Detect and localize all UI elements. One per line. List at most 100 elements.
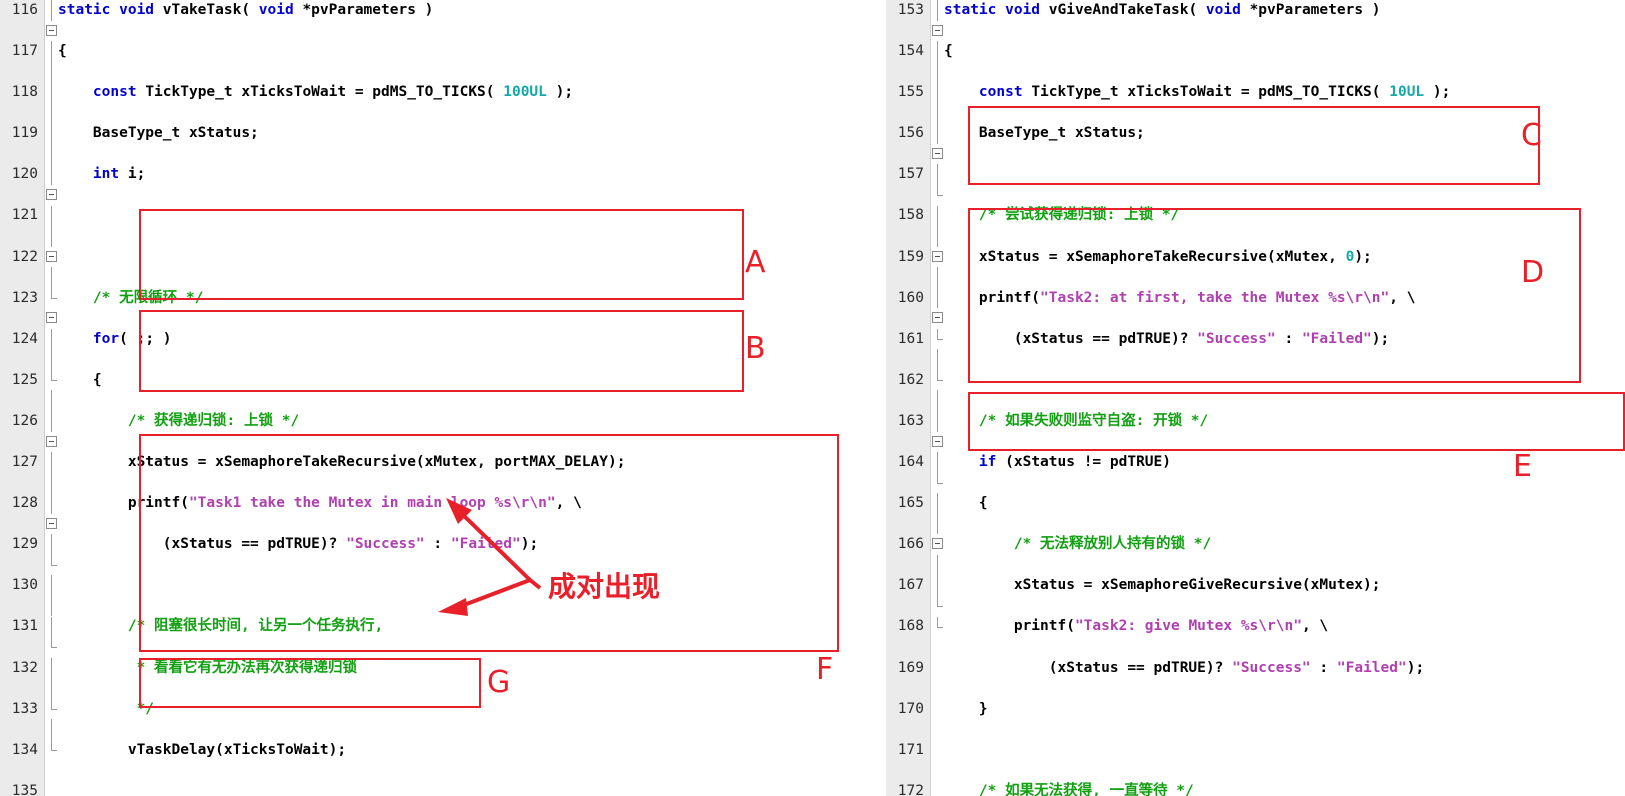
code-token: "Task2: at first, take the Mutex %s\r\n": [1040, 289, 1390, 306]
fold-toggle-icon[interactable]: [46, 188, 57, 200]
code-token: , \: [555, 495, 582, 512]
code-text: /* 无限循环 */: [58, 288, 203, 309]
line-number: 162: [897, 371, 924, 388]
code-token: BaseType_t xStatus;: [58, 125, 259, 142]
fold-guide-line: [51, 637, 52, 648]
code-line: 156 BaseType_t xStatus;: [880, 123, 1625, 144]
code-text: BaseType_t xStatus;: [58, 123, 259, 144]
code-token: const: [92, 84, 146, 101]
code-line: 168 printf("Task2: give Mutex %s\r\n", \: [880, 616, 1625, 637]
line-number: 167: [897, 577, 924, 594]
annotation-label-e: E: [1513, 449, 1532, 484]
line-number: 158: [897, 207, 924, 224]
code-token: {: [944, 495, 988, 512]
fold-guide-line: [937, 472, 938, 483]
code-token: {: [944, 43, 953, 60]
fold-toggle-icon[interactable]: [46, 312, 57, 324]
fold-guide-line: [51, 534, 52, 555]
line-number: 133: [11, 700, 38, 717]
line-number: 171: [897, 741, 924, 758]
fold-guide-line: [937, 41, 938, 62]
fold-end-tick: [937, 606, 943, 608]
code-line: 121: [0, 205, 880, 226]
fold-guide-line: [51, 267, 52, 288]
code-line: 158 /* 尝试获得递归锁: 上锁 */: [880, 205, 1625, 226]
fold-toggle-icon[interactable]: [46, 435, 57, 447]
code-line: 160 printf("Task2: at first, take the Mu…: [880, 288, 1625, 309]
code-line: 154 {: [880, 41, 1625, 62]
fold-toggle-icon[interactable]: [932, 250, 943, 262]
fold-end-tick: [937, 339, 943, 341]
fold-toggle-icon[interactable]: [46, 250, 57, 262]
fold-toggle-icon[interactable]: [932, 147, 943, 159]
code-text: static void vGiveAndTakeTask( void *pvPa…: [944, 0, 1381, 21]
annotation-label-a: A: [745, 245, 766, 280]
code-token: int: [92, 166, 128, 183]
code-text: {: [944, 41, 953, 62]
line-number: 129: [11, 536, 38, 553]
code-lines-left: 116 static void vTakeTask( void *pvParame…: [0, 0, 880, 796]
fold-guide-line: [937, 595, 938, 607]
code-text: {: [58, 41, 67, 62]
line-number: 172: [897, 782, 924, 796]
line-number: 116: [11, 2, 38, 18]
code-token: :: [424, 536, 451, 553]
code-token: 10UL: [1389, 84, 1425, 101]
code-token: (xStatus != pdTRUE): [1005, 454, 1171, 471]
fold-end-tick: [51, 708, 57, 710]
line-number: 135: [11, 782, 38, 796]
code-token: printf(: [944, 289, 1041, 306]
code-text: xStatus = xSemaphoreTakeRecursive(xMutex…: [58, 452, 626, 473]
code-token: );: [1371, 330, 1390, 347]
code-line: 153 static void vGiveAndTakeTask( void *p…: [880, 0, 1625, 21]
code-line: 159 xStatus = xSemaphoreTakeRecursive(xM…: [880, 247, 1625, 268]
code-line: 125 {: [0, 370, 880, 391]
code-text: if (xStatus != pdTRUE): [944, 452, 1171, 473]
line-number: 166: [897, 536, 924, 553]
code-text: /* 获得递归锁: 上锁 */: [58, 411, 299, 432]
fold-end-tick: [937, 380, 943, 382]
line-number: 123: [11, 289, 38, 306]
code-token: "Failed": [1336, 659, 1407, 676]
line-number: 125: [11, 371, 38, 388]
line-number: 121: [11, 207, 38, 224]
fold-toggle-icon[interactable]: [46, 517, 57, 529]
fold-guide-line: [51, 102, 52, 124]
line-number: 169: [897, 659, 924, 676]
fold-toggle-icon[interactable]: [46, 24, 57, 36]
fold-guide-line: [937, 205, 938, 227]
code-token: vTaskDelay(xTicksToWait);: [58, 741, 347, 758]
code-line: 128 printf("Task1 take the Mutex in main…: [0, 493, 880, 514]
fold-guide-line: [51, 472, 52, 494]
code-panel-right: 153 static void vGiveAndTakeTask( void *p…: [880, 0, 1625, 796]
fold-toggle-icon[interactable]: [932, 538, 943, 550]
code-line: 120 int i;: [0, 164, 880, 185]
fold-guide-line: [937, 369, 938, 381]
code-line: 129 (xStatus == pdTRUE)? "Success" : "Fa…: [0, 534, 880, 555]
code-token: );: [1354, 248, 1372, 265]
code-token: 100UL: [503, 84, 547, 101]
fold-guide-line: [937, 164, 938, 185]
code-line: 165 {: [880, 493, 1625, 514]
fold-toggle-icon[interactable]: [932, 312, 943, 324]
code-token: "Failed": [450, 536, 521, 553]
code-token: :: [1275, 330, 1302, 347]
fold-toggle-icon[interactable]: [932, 435, 943, 447]
line-number: 160: [897, 289, 924, 306]
fold-guide-line: [51, 205, 52, 227]
fold-guide-line: [937, 328, 938, 340]
fold-guide-line: [51, 411, 52, 432]
line-number: 159: [897, 248, 924, 265]
fold-guide-line: [51, 123, 52, 144]
code-token: static void: [58, 2, 163, 18]
code-line: 157: [880, 164, 1625, 185]
line-number: 122: [11, 248, 38, 265]
code-text: vTaskDelay(xTicksToWait);: [58, 740, 346, 761]
fold-guide-line: [937, 123, 938, 144]
code-text: for( ;; ): [58, 329, 172, 350]
annotation-label-g: G: [487, 665, 511, 700]
code-token: for: [92, 330, 120, 347]
fold-toggle-icon[interactable]: [932, 24, 943, 36]
